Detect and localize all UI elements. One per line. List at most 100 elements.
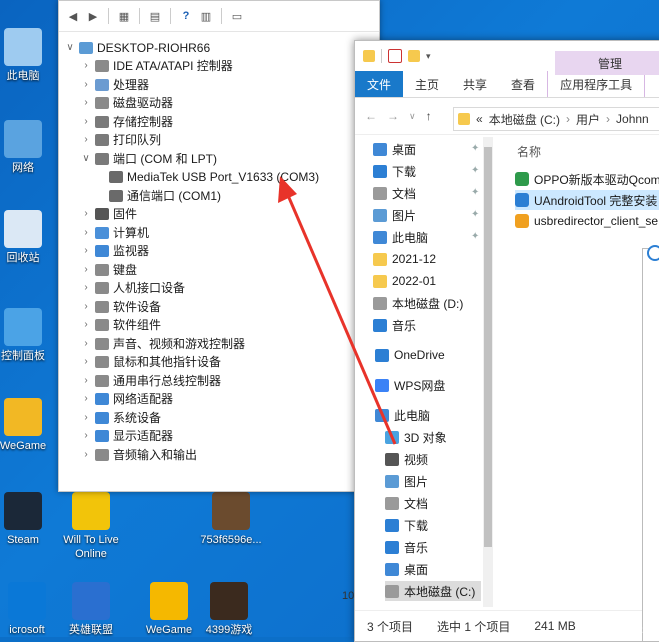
nav-item[interactable]: 3D 对象 (385, 427, 447, 447)
desktop-icon[interactable]: 英雄联盟 (60, 582, 122, 637)
file-row[interactable]: OPPO新版本驱动Qcom (515, 169, 659, 189)
tree-item[interactable]: › 键盘 (81, 261, 137, 279)
file-row[interactable]: usbredirector_client_se (515, 211, 659, 231)
tree-item[interactable]: › 声音、视频和游戏控制器 (81, 335, 245, 353)
address-crumb-users[interactable]: 用户 (576, 111, 600, 128)
nav-item[interactable]: WPS网盘 (375, 375, 445, 395)
tree-item[interactable]: › 磁盘驱动器 (81, 94, 173, 112)
forward-arrow-icon[interactable]: ▶ (85, 8, 101, 24)
tree-item[interactable]: › 网络适配器 (81, 390, 173, 408)
chevron-right-icon[interactable]: › (81, 57, 91, 75)
file-row[interactable]: UAndroidTool 完整安装 (515, 190, 659, 210)
desktop-icon[interactable]: 回收站 (0, 210, 54, 265)
help-icon[interactable]: ? (178, 8, 194, 24)
nav-item[interactable]: 此电脑 (375, 405, 430, 425)
nav-item[interactable]: 桌面 (385, 559, 428, 579)
desktop-icon[interactable]: Steam (0, 492, 54, 547)
chevron-down-icon[interactable]: ∨ (81, 150, 91, 168)
chevron-right-icon[interactable]: › (81, 279, 91, 297)
ribbon-tab[interactable]: 主页 (403, 71, 451, 97)
tree-item[interactable]: › 存储控制器 (81, 113, 173, 131)
scrollbar-thumb[interactable] (484, 147, 492, 547)
chevron-right-icon[interactable]: › (81, 242, 91, 260)
desktop-icon[interactable]: 此电脑 (0, 28, 54, 83)
nav-item[interactable]: 本地磁盘 (D:) (373, 293, 463, 313)
address-crumb-drive[interactable]: 本地磁盘 (C:) (489, 111, 560, 128)
update-driver-icon[interactable]: ▤ (147, 8, 163, 24)
navigation-scrollbar[interactable] (483, 137, 493, 607)
back-arrow-icon[interactable]: ← (365, 109, 377, 123)
ribbon-tab[interactable]: 共享 (451, 71, 499, 97)
chevron-right-icon[interactable]: › (81, 261, 91, 279)
desktop-icon[interactable]: 4399游戏 (198, 582, 260, 637)
tree-item[interactable]: › 通用串行总线控制器 (81, 372, 221, 390)
chevron-right-icon[interactable]: › (81, 94, 91, 112)
nav-item[interactable]: 音乐 (373, 315, 416, 335)
desktop-icon[interactable]: 控制面板 (0, 308, 54, 363)
nav-item[interactable]: 2022-01 (373, 271, 436, 291)
chevron-right-icon[interactable]: › (81, 335, 91, 353)
tree-item[interactable]: › 软件设备 (81, 298, 161, 316)
nav-item[interactable]: 文档 (385, 493, 428, 513)
chevron-down-icon[interactable]: ∨ (65, 39, 75, 57)
tree-item[interactable]: › 处理器 (81, 76, 149, 94)
chevron-right-icon[interactable]: › (81, 131, 91, 149)
taskbar-clock[interactable]: 2022-02-03 (592, 625, 648, 637)
nav-item[interactable]: 图片 (373, 205, 416, 225)
recent-dropdown-icon[interactable]: ∨ (409, 111, 416, 122)
tree-item[interactable]: › 软件组件 (81, 316, 161, 334)
properties-check-icon[interactable] (388, 49, 402, 63)
chevron-right-icon[interactable]: › (81, 409, 91, 427)
tree-root[interactable]: ∨ DESKTOP-RIOHR66 (65, 39, 210, 57)
chevron-right-icon[interactable]: › (81, 353, 91, 371)
nav-item[interactable]: 音乐 (385, 537, 428, 557)
address-prefix[interactable]: « (476, 112, 483, 126)
back-arrow-icon[interactable]: ◀ (65, 8, 81, 24)
nav-item[interactable]: 下载 (373, 161, 416, 181)
chevron-right-icon[interactable]: › (81, 76, 91, 94)
desktop-icon[interactable]: 网络 (0, 120, 54, 175)
name-column-header[interactable]: 名称 (517, 143, 541, 160)
nav-item[interactable]: 下载 (385, 515, 428, 535)
tree-item[interactable]: › 固件 (81, 205, 137, 223)
chevron-right-icon[interactable]: › (81, 113, 91, 131)
nav-item[interactable]: 本地磁盘 (C:) (385, 581, 481, 601)
desktop-icon[interactable]: icrosoft (0, 582, 58, 637)
tree-item[interactable]: › 打印队列 (81, 131, 161, 149)
nav-item[interactable]: 桌面 (373, 139, 416, 159)
new-folder-icon[interactable] (408, 50, 420, 62)
chevron-right-icon[interactable]: › (81, 205, 91, 223)
tree-item[interactable]: › 鼠标和其他指针设备 (81, 353, 221, 371)
chevron-right-icon[interactable]: › (81, 427, 91, 445)
tree-item[interactable]: 通信端口 (COM1) (105, 187, 221, 205)
nav-item[interactable]: OneDrive (375, 345, 445, 365)
desktop-icon[interactable]: WeGame (138, 582, 200, 637)
monitor-icon[interactable]: ▭ (229, 8, 245, 24)
view-icon[interactable]: ▥ (198, 8, 214, 24)
tree-item[interactable]: MediaTek USB Port_V1633 (COM3) (105, 168, 319, 186)
tree-item[interactable]: › 系统设备 (81, 409, 161, 427)
nav-item[interactable]: 此电脑 (373, 227, 428, 247)
customize-dropdown-icon[interactable]: ▾ (426, 51, 431, 62)
chevron-right-icon[interactable]: › (81, 224, 91, 242)
properties-icon[interactable]: ▦ (116, 8, 132, 24)
nav-item[interactable]: 文档 (373, 183, 416, 203)
nav-item[interactable]: 视频 (385, 449, 428, 469)
desktop-icon[interactable]: WeGame (0, 398, 54, 453)
tree-item[interactable]: › 监视器 (81, 242, 149, 260)
chevron-right-icon[interactable]: › (81, 316, 91, 334)
address-bar[interactable]: « 本地磁盘 (C:) › 用户 › Johnn (453, 107, 659, 131)
forward-arrow-icon[interactable]: → (387, 109, 399, 123)
ribbon-tab[interactable]: 文件 (355, 71, 404, 97)
chevron-right-icon[interactable]: › (81, 298, 91, 316)
tree-item[interactable]: › 计算机 (81, 224, 149, 242)
nav-item[interactable]: 2021-12 (373, 249, 436, 269)
ribbon-tab[interactable]: 查看 (499, 71, 547, 97)
chevron-right-icon[interactable]: › (81, 446, 91, 464)
tree-item[interactable]: › 显示适配器 (81, 427, 173, 445)
tree-item[interactable]: › IDE ATA/ATAPI 控制器 (81, 57, 232, 75)
up-arrow-icon[interactable]: ↑ (426, 109, 432, 123)
manage-contextual-tab[interactable]: 管理 (555, 51, 659, 75)
address-crumb-user[interactable]: Johnn (616, 112, 649, 126)
chevron-right-icon[interactable]: › (81, 372, 91, 390)
